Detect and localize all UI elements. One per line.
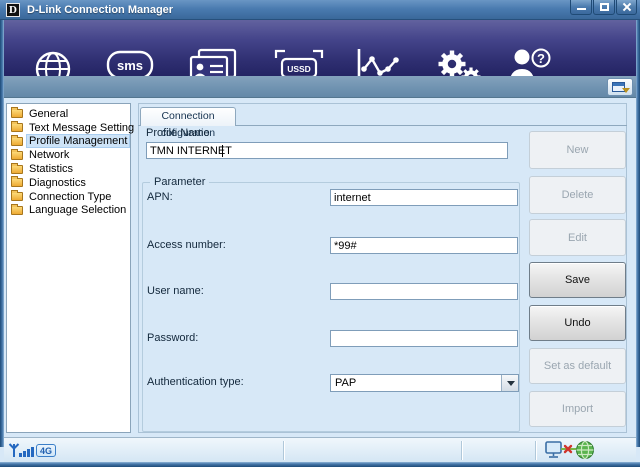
- svg-text:sms: sms: [117, 58, 143, 73]
- delete-button[interactable]: Delete: [529, 176, 626, 214]
- new-button[interactable]: New: [529, 131, 626, 169]
- signal-strength-icon: [8, 442, 35, 459]
- parameter-legend: Parameter: [150, 176, 209, 188]
- access-number-label: Access number:: [147, 239, 226, 251]
- window-frame-bottom: [0, 462, 640, 467]
- sidebar-item-diagnostics[interactable]: Diagnostics: [7, 176, 130, 190]
- set-as-default-button[interactable]: Set as default: [529, 348, 626, 384]
- dlink-logo-icon: D: [6, 3, 20, 17]
- text-caret: [222, 145, 223, 157]
- access-number-input[interactable]: [330, 237, 518, 254]
- network-type-badge: 4G: [36, 444, 56, 457]
- apn-label: APN:: [147, 191, 173, 203]
- edit-button[interactable]: Edit: [529, 219, 626, 256]
- minimize-icon: [577, 8, 586, 10]
- auth-type-dropdown[interactable]: PAP: [330, 374, 519, 392]
- title-bar[interactable]: D D-Link Connection Manager: [0, 0, 640, 20]
- auth-type-value: PAP: [335, 377, 356, 389]
- window-title: D-Link Connection Manager: [27, 4, 173, 16]
- maximize-button[interactable]: [593, 0, 615, 15]
- secondary-strip: [4, 76, 636, 98]
- sidebar-item-statistics[interactable]: Statistics: [7, 162, 130, 176]
- folder-icon: [11, 151, 23, 160]
- sidebar-item-language-selection[interactable]: Language Selection: [7, 204, 130, 218]
- folder-icon: [11, 165, 23, 174]
- folder-icon: [11, 192, 23, 201]
- save-button[interactable]: Save: [529, 262, 626, 298]
- folder-icon: [11, 123, 23, 132]
- connection-status-icon: [545, 440, 595, 461]
- profile-name-input[interactable]: [146, 142, 508, 159]
- status-divider: [535, 441, 536, 460]
- svg-text:?: ?: [537, 51, 545, 66]
- folder-icon: [11, 109, 23, 118]
- user-name-label: User name:: [147, 285, 204, 297]
- maximize-icon: [600, 3, 609, 11]
- sidebar-item-general[interactable]: General: [7, 107, 130, 121]
- sidebar-item-network[interactable]: Network: [7, 148, 130, 162]
- mini-mode-button[interactable]: [607, 78, 633, 96]
- status-divider: [283, 441, 284, 460]
- import-button[interactable]: Import: [529, 391, 626, 427]
- undo-button[interactable]: Undo: [529, 305, 626, 341]
- chevron-down-icon[interactable]: [501, 375, 518, 391]
- app-window: D D-Link Connection Manager sms: [0, 0, 640, 467]
- folder-icon: [11, 178, 23, 187]
- window-frame-left: [0, 0, 4, 447]
- auth-type-label: Authentication type:: [147, 376, 244, 388]
- mini-arrow-icon: [622, 88, 630, 93]
- folder-icon: [11, 137, 23, 146]
- status-divider: [461, 441, 462, 460]
- password-input[interactable]: [330, 330, 518, 347]
- svg-text:USSD: USSD: [287, 64, 311, 74]
- sidebar-item-text-message-setting[interactable]: Text Message Setting: [7, 121, 130, 135]
- folder-icon: [11, 206, 23, 215]
- status-bar: 4G: [4, 437, 636, 462]
- tab-connection-configuration[interactable]: Connection cofiguration: [140, 107, 236, 126]
- profile-name-label: Profile Name: [146, 127, 210, 139]
- navigation-sidebar: General Text Message Setting Profile Man…: [6, 103, 131, 433]
- sidebar-item-profile-management[interactable]: Profile Management: [7, 135, 130, 149]
- window-frame-right: [636, 0, 640, 447]
- sidebar-item-connection-type[interactable]: Connection Type: [7, 190, 130, 204]
- close-button[interactable]: [616, 0, 637, 15]
- user-name-input[interactable]: [330, 283, 518, 300]
- password-label: Password:: [147, 332, 198, 344]
- main-toolbar: sms USSD: [4, 20, 636, 76]
- apn-input[interactable]: [330, 189, 518, 206]
- minimize-button[interactable]: [570, 0, 592, 15]
